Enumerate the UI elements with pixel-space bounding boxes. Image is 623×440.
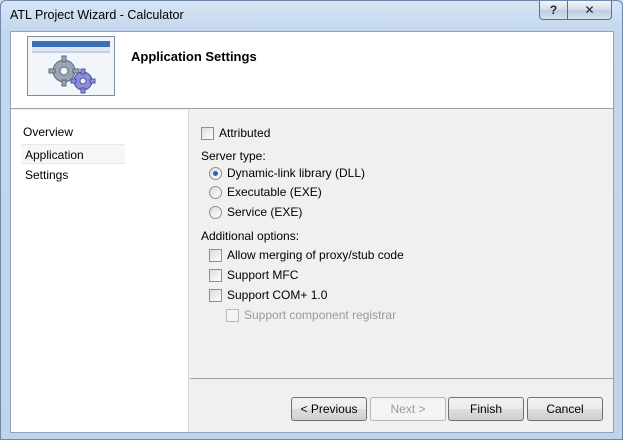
radio-service-row[interactable]: Service (EXE) <box>209 204 302 220</box>
previous-button[interactable]: < Previous <box>291 397 367 421</box>
attributed-checkbox[interactable] <box>201 126 214 140</box>
close-button[interactable]: ✕ <box>567 1 612 20</box>
wizard-client-area: Application Settings Overview Applicatio… <box>10 31 614 433</box>
settings-content: Attributed Server type: Dynamic-link lib… <box>190 110 613 432</box>
help-button[interactable]: ? <box>539 1 568 20</box>
nav-item-application-settings[interactable]: Application Settings <box>21 144 125 182</box>
merge-proxy-stub-checkbox[interactable] <box>209 248 222 262</box>
radio-dll[interactable] <box>209 166 222 180</box>
radio-service-label: Service (EXE) <box>227 205 303 219</box>
next-button: Next > <box>370 397 446 421</box>
server-type-label: Server type: <box>201 149 266 163</box>
cancel-button[interactable]: Cancel <box>527 397 603 421</box>
page-title: Application Settings <box>131 49 257 64</box>
component-registrar-label: Support component registrar <box>244 308 397 322</box>
component-registrar-checkbox <box>226 308 239 322</box>
radio-dll-row[interactable]: Dynamic-link library (DLL) <box>209 165 365 181</box>
merge-proxy-stub-row[interactable]: Allow merging of proxy/stub code <box>209 247 404 263</box>
component-registrar-row: Support component registrar <box>226 307 396 323</box>
button-separator <box>190 378 613 379</box>
support-complus-checkbox[interactable] <box>209 288 222 302</box>
help-icon: ? <box>549 3 558 17</box>
finish-button[interactable]: Finish <box>448 397 524 421</box>
attributed-checkbox-row[interactable]: Attributed <box>201 125 270 141</box>
wizard-window: ATL Project Wizard - Calculator ? ✕ Appl… <box>0 0 623 440</box>
window-title: ATL Project Wizard - Calculator <box>10 8 184 22</box>
merge-proxy-stub-label: Allow merging of proxy/stub code <box>227 248 404 262</box>
support-mfc-label: Support MFC <box>227 268 299 282</box>
gears-banner-icon <box>27 36 115 96</box>
radio-exe-row[interactable]: Executable (EXE) <box>209 184 322 200</box>
support-complus-row[interactable]: Support COM+ 1.0 <box>209 287 327 303</box>
support-mfc-row[interactable]: Support MFC <box>209 267 298 283</box>
close-icon: ✕ <box>584 3 595 17</box>
support-complus-label: Support COM+ 1.0 <box>227 288 328 302</box>
title-bar[interactable]: ATL Project Wizard - Calculator ? ✕ <box>1 1 622 31</box>
radio-exe[interactable] <box>209 185 222 199</box>
nav-item-overview[interactable]: Overview <box>19 122 77 142</box>
wizard-nav: Overview Application Settings <box>11 110 189 432</box>
radio-dll-label: Dynamic-link library (DLL) <box>227 166 366 180</box>
radio-service[interactable] <box>209 205 222 219</box>
radio-exe-label: Executable (EXE) <box>227 185 322 199</box>
support-mfc-checkbox[interactable] <box>209 268 222 282</box>
wizard-header: Application Settings <box>11 32 613 109</box>
additional-options-label: Additional options: <box>201 229 300 243</box>
attributed-label: Attributed <box>219 126 271 140</box>
